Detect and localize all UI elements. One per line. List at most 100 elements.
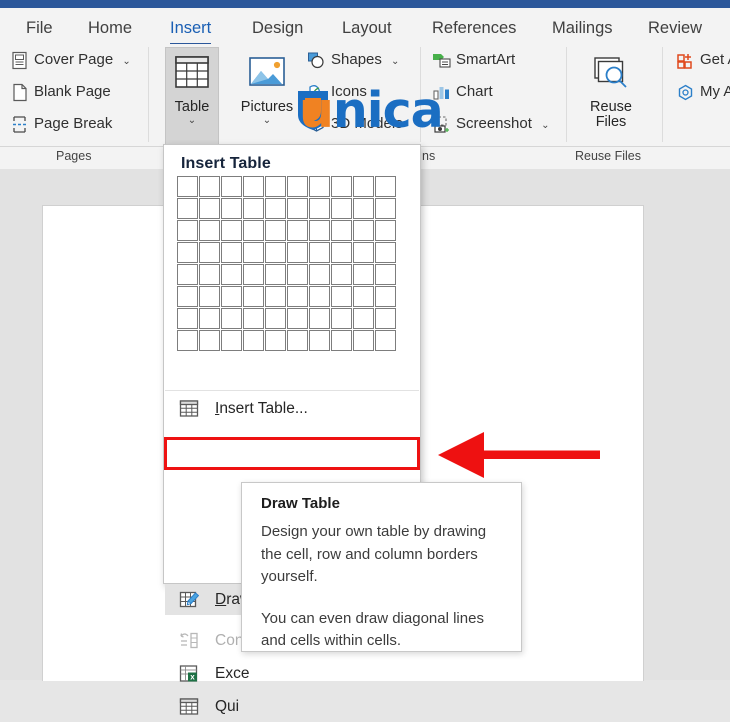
grid-cell[interactable] <box>287 308 308 329</box>
grid-cell[interactable] <box>265 308 286 329</box>
grid-cell[interactable] <box>177 308 198 329</box>
grid-cell[interactable] <box>375 264 396 285</box>
grid-cell[interactable] <box>331 176 352 197</box>
tab-mailings[interactable]: Mailings <box>552 16 613 42</box>
reuse-files-button[interactable]: Reuse Files <box>580 47 642 149</box>
grid-cell[interactable] <box>331 286 352 307</box>
grid-cell[interactable] <box>287 198 308 219</box>
shapes-command[interactable]: Shapes ⌄ <box>305 48 399 72</box>
grid-cell[interactable] <box>353 198 374 219</box>
grid-cell[interactable] <box>177 330 198 351</box>
grid-cell[interactable] <box>221 220 242 241</box>
tab-insert[interactable]: Insert <box>170 16 212 45</box>
cover-page-command[interactable]: Cover Page ⌄ <box>8 48 131 72</box>
grid-cell[interactable] <box>199 264 220 285</box>
grid-cell[interactable] <box>221 330 242 351</box>
grid-cell[interactable] <box>353 264 374 285</box>
blank-page-command[interactable]: Blank Page <box>8 80 111 104</box>
table-button[interactable]: Table ⌄ <box>165 47 219 149</box>
grid-cell[interactable] <box>199 330 220 351</box>
grid-cell[interactable] <box>177 242 198 263</box>
grid-cell[interactable] <box>221 242 242 263</box>
grid-cell[interactable] <box>353 308 374 329</box>
grid-cell[interactable] <box>331 220 352 241</box>
grid-cell[interactable] <box>177 286 198 307</box>
grid-cell[interactable] <box>375 308 396 329</box>
grid-cell[interactable] <box>199 176 220 197</box>
grid-cell[interactable] <box>287 330 308 351</box>
grid-cell[interactable] <box>331 308 352 329</box>
grid-cell[interactable] <box>199 198 220 219</box>
grid-cell[interactable] <box>177 176 198 197</box>
grid-cell[interactable] <box>265 286 286 307</box>
grid-cell[interactable] <box>199 220 220 241</box>
grid-cell[interactable] <box>331 330 352 351</box>
grid-cell[interactable] <box>243 308 264 329</box>
grid-cell[interactable] <box>309 330 330 351</box>
grid-cell[interactable] <box>177 198 198 219</box>
grid-cell[interactable] <box>265 220 286 241</box>
table-size-grid[interactable] <box>177 176 407 352</box>
grid-cell[interactable] <box>375 220 396 241</box>
grid-cell[interactable] <box>243 198 264 219</box>
grid-cell[interactable] <box>265 242 286 263</box>
grid-cell[interactable] <box>265 176 286 197</box>
grid-cell[interactable] <box>353 220 374 241</box>
screenshot-command[interactable]: Screenshot ⌄ <box>430 112 549 136</box>
grid-cell[interactable] <box>199 308 220 329</box>
grid-cell[interactable] <box>177 264 198 285</box>
page-break-command[interactable]: Page Break <box>8 112 112 136</box>
grid-cell[interactable] <box>375 242 396 263</box>
grid-cell[interactable] <box>221 198 242 219</box>
grid-cell[interactable] <box>309 176 330 197</box>
grid-cell[interactable] <box>353 286 374 307</box>
menu-item-quick-tables[interactable]: Qui <box>165 691 419 722</box>
grid-cell[interactable] <box>265 198 286 219</box>
grid-cell[interactable] <box>199 286 220 307</box>
tab-review[interactable]: Review <box>648 16 702 42</box>
smartart-command[interactable]: SmartArt <box>430 48 515 72</box>
grid-cell[interactable] <box>375 176 396 197</box>
grid-cell[interactable] <box>287 220 308 241</box>
grid-cell[interactable] <box>375 286 396 307</box>
grid-cell[interactable] <box>177 220 198 241</box>
get-addins-command[interactable]: Get A <box>674 48 730 72</box>
grid-cell[interactable] <box>243 176 264 197</box>
grid-cell[interactable] <box>309 308 330 329</box>
grid-cell[interactable] <box>199 242 220 263</box>
grid-cell[interactable] <box>309 286 330 307</box>
grid-cell[interactable] <box>331 242 352 263</box>
grid-cell[interactable] <box>309 264 330 285</box>
grid-cell[interactable] <box>221 264 242 285</box>
grid-cell[interactable] <box>221 286 242 307</box>
grid-cell[interactable] <box>309 242 330 263</box>
grid-cell[interactable] <box>243 264 264 285</box>
menu-item-excel-spreadsheet[interactable]: x Exce <box>165 658 419 689</box>
my-addins-command[interactable]: My A <box>674 80 730 104</box>
grid-cell[interactable] <box>265 330 286 351</box>
grid-cell[interactable] <box>309 198 330 219</box>
grid-cell[interactable] <box>287 264 308 285</box>
grid-cell[interactable] <box>375 198 396 219</box>
grid-cell[interactable] <box>375 330 396 351</box>
tab-file[interactable]: File <box>26 16 53 42</box>
grid-cell[interactable] <box>221 176 242 197</box>
grid-cell[interactable] <box>353 242 374 263</box>
grid-cell[interactable] <box>287 286 308 307</box>
grid-cell[interactable] <box>221 308 242 329</box>
pictures-button[interactable]: Pictures ⌄ <box>234 47 300 149</box>
tab-home[interactable]: Home <box>88 16 132 42</box>
grid-cell[interactable] <box>353 176 374 197</box>
tab-layout[interactable]: Layout <box>342 16 392 42</box>
grid-cell[interactable] <box>243 330 264 351</box>
grid-cell[interactable] <box>331 264 352 285</box>
grid-cell[interactable] <box>331 198 352 219</box>
grid-cell[interactable] <box>309 220 330 241</box>
grid-cell[interactable] <box>287 176 308 197</box>
grid-cell[interactable] <box>243 242 264 263</box>
grid-cell[interactable] <box>287 242 308 263</box>
grid-cell[interactable] <box>243 286 264 307</box>
grid-cell[interactable] <box>243 220 264 241</box>
tab-design[interactable]: Design <box>252 16 303 42</box>
grid-cell[interactable] <box>353 330 374 351</box>
